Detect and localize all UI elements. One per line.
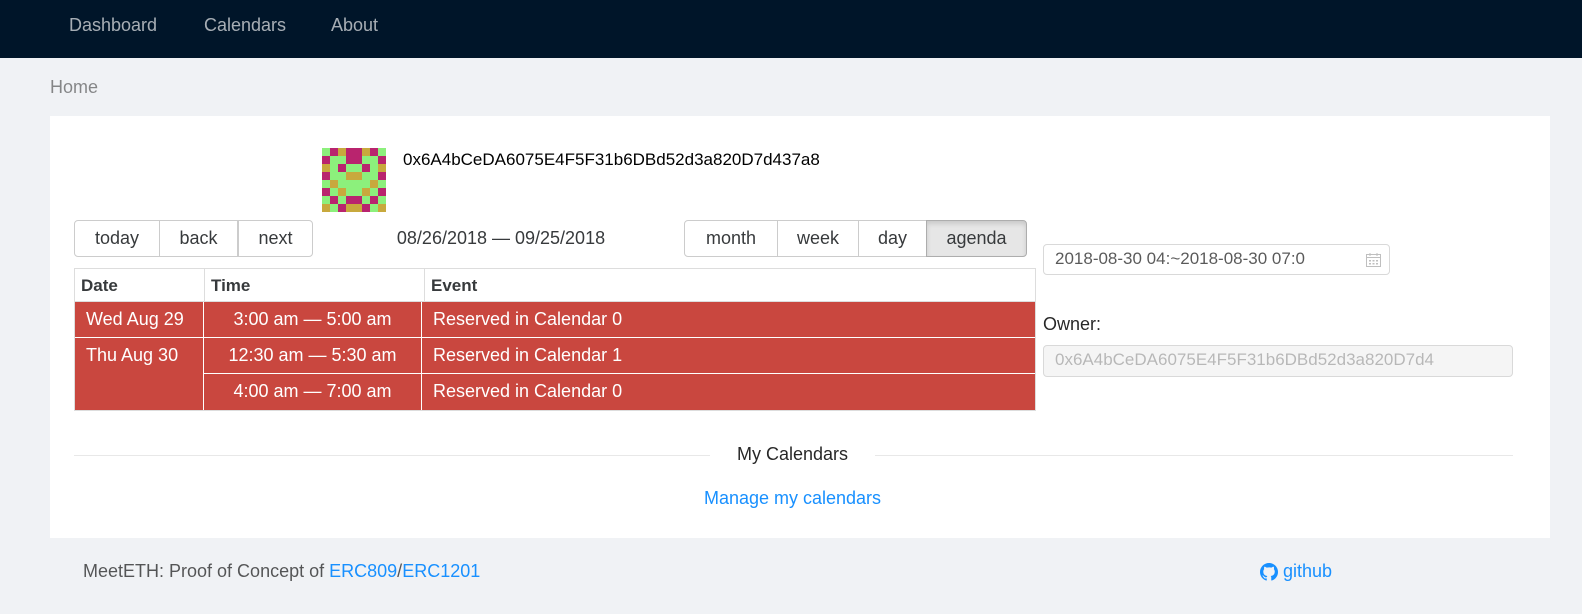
next-button[interactable]: next [238, 220, 313, 257]
header-event: Event [431, 276, 478, 295]
date-cell: Wed Aug 29 [75, 302, 204, 338]
manage-calendars-link[interactable]: Manage my calendars [650, 488, 935, 509]
time-cell: 12:30 am — 5:30 am [204, 338, 422, 374]
agenda-header: Date Time Event [75, 269, 1035, 302]
avatar [322, 148, 386, 212]
calendar-icon [1366, 253, 1381, 267]
top-nav: Dashboard Calendars About [0, 0, 1582, 58]
date-cell: Thu Aug 30 [75, 338, 204, 410]
account-address: 0x6A4bCeDA6075E4F5F31b6DBd52d3a820D7d437… [403, 150, 820, 169]
nav-item-dashboard[interactable]: Dashboard [69, 15, 157, 36]
footer-text: MeetETH: Proof of Concept of ERC809/ERC1… [83, 561, 480, 582]
view-day-button[interactable]: day [858, 220, 927, 257]
github-icon [1260, 562, 1278, 581]
nav-item-about[interactable]: About [331, 15, 378, 36]
time-cell: 4:00 am — 7:00 am [204, 374, 422, 410]
back-button[interactable]: back [159, 220, 238, 257]
view-month-button[interactable]: month [684, 220, 778, 257]
header-date: Date [75, 269, 205, 301]
date-range-value: 2018-08-30 04:~2018-08-30 07:0 [1055, 249, 1306, 268]
agenda-body: Wed Aug 29 Thu Aug 30 3:00 am — 5:00 am … [75, 302, 1035, 410]
event-cell[interactable]: Reserved in Calendar 0 [422, 302, 1035, 338]
erc809-link[interactable]: ERC809 [329, 561, 397, 581]
main-content: 0x6A4bCeDA6075E4F5F31b6DBd52d3a820D7d437… [50, 116, 1550, 538]
github-link[interactable]: github [1260, 561, 1332, 582]
github-label: github [1283, 561, 1333, 581]
nav-item-calendars[interactable]: Calendars [204, 15, 286, 36]
event-cell[interactable]: Reserved in Calendar 0 [422, 374, 1035, 410]
agenda-table: Date Time Event Wed Aug 29 Thu Aug 30 3:… [74, 268, 1036, 411]
view-week-button[interactable]: week [777, 220, 859, 257]
owner-label: Owner: [1043, 314, 1102, 334]
date-range-picker[interactable]: 2018-08-30 04:~2018-08-30 07:0 [1043, 244, 1390, 275]
today-button[interactable]: today [74, 220, 160, 257]
divider-line-right [875, 455, 1513, 456]
divider-line-left [74, 455, 710, 456]
event-cell[interactable]: Reserved in Calendar 1 [422, 338, 1035, 374]
my-calendars-heading: My Calendars [736, 444, 849, 464]
view-agenda-button[interactable]: agenda [926, 220, 1027, 257]
header-time: Time [205, 269, 425, 301]
footer-caption: MeetETH: Proof of Concept of [83, 561, 330, 581]
time-cell: 3:00 am — 5:00 am [204, 302, 422, 338]
breadcrumb: Home [50, 77, 99, 97]
erc1201-link[interactable]: ERC1201 [402, 561, 480, 581]
owner-field: 0x6A4bCeDA6075E4F5F31b6DBd52d3a820D7d4 [1043, 345, 1513, 377]
date-range-label: 08/26/2018 — 09/25/2018 [396, 228, 606, 248]
